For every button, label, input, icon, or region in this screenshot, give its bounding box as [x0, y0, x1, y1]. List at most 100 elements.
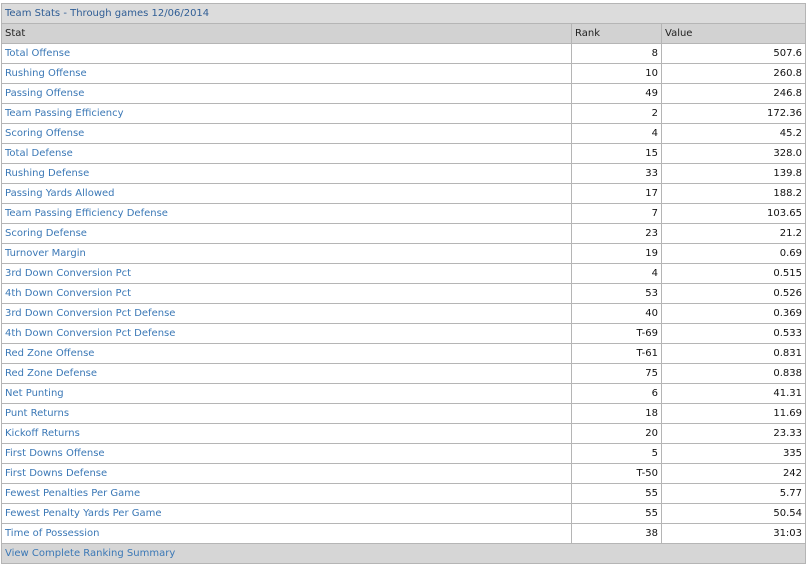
stat-cell: Passing Yards Allowed — [1, 183, 572, 204]
value-cell: 45.2 — [660, 123, 806, 144]
table-row: Scoring Offense 4 45.2 — [1, 123, 806, 144]
rank-cell: 17 — [571, 183, 662, 204]
stat-link[interactable]: First Downs Offense — [5, 448, 105, 459]
stat-cell: Total Defense — [1, 143, 572, 164]
table-row: Total Defense 15 328.0 — [1, 143, 806, 164]
stat-cell: Punt Returns — [1, 403, 572, 424]
stat-link[interactable]: Passing Offense — [5, 88, 84, 99]
table-row: Red Zone Defense 75 0.838 — [1, 363, 806, 384]
stat-cell: Turnover Margin — [1, 243, 572, 264]
rank-cell: 33 — [571, 163, 662, 184]
table-row: 3rd Down Conversion Pct Defense 40 0.369 — [1, 303, 806, 324]
stat-link[interactable]: Fewest Penalty Yards Per Game — [5, 508, 162, 519]
value-cell: 31:03 — [660, 523, 806, 544]
value-cell: 246.8 — [660, 83, 806, 104]
stat-link[interactable]: Time of Possession — [5, 528, 100, 539]
stat-cell: Time of Possession — [1, 523, 572, 544]
rank-cell: 20 — [571, 423, 662, 444]
value-cell: 50.54 — [660, 503, 806, 524]
rank-cell: 55 — [571, 503, 662, 524]
stat-cell: First Downs Defense — [1, 463, 572, 484]
stat-link[interactable]: Punt Returns — [5, 408, 69, 419]
value-cell: 103.65 — [660, 203, 806, 224]
value-cell: 335 — [660, 443, 806, 464]
rank-cell: 75 — [571, 363, 662, 384]
stat-cell: 3rd Down Conversion Pct Defense — [1, 303, 572, 324]
table-row: Time of Possession 38 31:03 — [1, 523, 806, 544]
table-row: Fewest Penalty Yards Per Game 55 50.54 — [1, 503, 806, 524]
rank-cell: 2 — [571, 103, 662, 124]
rank-cell: 5 — [571, 443, 662, 464]
value-cell: 139.8 — [660, 163, 806, 184]
table-row: Turnover Margin 19 0.69 — [1, 243, 806, 264]
team-stats-table: Team Stats - Through games 12/06/2014 St… — [0, 3, 806, 564]
table-row: Rushing Offense 10 260.8 — [1, 63, 806, 84]
table-row: Passing Offense 49 246.8 — [1, 83, 806, 104]
value-cell: 507.6 — [660, 43, 806, 64]
team-stats-panel: Team Stats - Through games 12/06/2014 St… — [0, 3, 806, 564]
stat-link[interactable]: Turnover Margin — [5, 248, 86, 259]
rank-cell: 15 — [571, 143, 662, 164]
view-complete-ranking-link[interactable]: View Complete Ranking Summary — [5, 548, 175, 559]
stat-link[interactable]: Team Passing Efficiency — [5, 108, 124, 119]
stat-link[interactable]: 4th Down Conversion Pct Defense — [5, 328, 175, 339]
stat-link[interactable]: Rushing Defense — [5, 168, 89, 179]
rank-column-header: Rank — [571, 23, 662, 44]
stat-link[interactable]: Passing Yards Allowed — [5, 188, 115, 199]
stat-link[interactable]: Rushing Offense — [5, 68, 87, 79]
table-row: 4th Down Conversion Pct Defense T-69 0.533 — [1, 323, 806, 344]
stat-cell: Kickoff Returns — [1, 423, 572, 444]
stat-cell: First Downs Offense — [1, 443, 572, 464]
table-row: Net Punting 6 41.31 — [1, 383, 806, 404]
stat-link[interactable]: Team Passing Efficiency Defense — [5, 208, 168, 219]
table-row: Team Passing Efficiency 2 172.36 — [1, 103, 806, 124]
stat-link[interactable]: Total Defense — [5, 148, 73, 159]
stat-link[interactable]: First Downs Defense — [5, 468, 107, 479]
table-title-row: Team Stats - Through games 12/06/2014 — [0, 3, 806, 24]
stat-cell: Red Zone Defense — [1, 363, 572, 384]
stat-link[interactable]: Scoring Offense — [5, 128, 84, 139]
value-cell: 0.831 — [660, 343, 806, 364]
stat-link[interactable]: Scoring Defense — [5, 228, 87, 239]
rank-cell: 10 — [571, 63, 662, 84]
stat-link[interactable]: Red Zone Offense — [5, 348, 94, 359]
rank-cell: T-61 — [571, 343, 662, 364]
header-row: Stat Rank Value — [1, 23, 806, 44]
table-row: Fewest Penalties Per Game 55 5.77 — [1, 483, 806, 504]
rank-cell: 8 — [571, 43, 662, 64]
value-column-header: Value — [660, 23, 806, 44]
value-cell: 11.69 — [660, 403, 806, 424]
stat-cell: Scoring Defense — [1, 223, 572, 244]
rank-cell: 7 — [571, 203, 662, 224]
rank-cell: 38 — [571, 523, 662, 544]
footer-row: View Complete Ranking Summary — [0, 543, 806, 564]
stat-link[interactable]: Total Offense — [5, 48, 70, 59]
rank-cell: T-69 — [571, 323, 662, 344]
stat-link[interactable]: 3rd Down Conversion Pct Defense — [5, 308, 175, 319]
table-title: Team Stats - Through games 12/06/2014 — [0, 3, 806, 24]
stat-link[interactable]: Net Punting — [5, 388, 64, 399]
value-cell: 260.8 — [660, 63, 806, 84]
table-row: Punt Returns 18 11.69 — [1, 403, 806, 424]
value-cell: 172.36 — [660, 103, 806, 124]
value-cell: 0.369 — [660, 303, 806, 324]
stat-link[interactable]: Fewest Penalties Per Game — [5, 488, 140, 499]
table-row: First Downs Defense T-50 242 — [1, 463, 806, 484]
table-row: 3rd Down Conversion Pct 4 0.515 — [1, 263, 806, 284]
value-cell: 0.69 — [660, 243, 806, 264]
stat-link[interactable]: 3rd Down Conversion Pct — [5, 268, 131, 279]
rank-cell: 6 — [571, 383, 662, 404]
rank-cell: 55 — [571, 483, 662, 504]
value-cell: 242 — [660, 463, 806, 484]
stat-cell: Scoring Offense — [1, 123, 572, 144]
stat-link[interactable]: Red Zone Defense — [5, 368, 97, 379]
value-cell: 328.0 — [660, 143, 806, 164]
stat-link[interactable]: 4th Down Conversion Pct — [5, 288, 131, 299]
rank-cell: 4 — [571, 263, 662, 284]
rank-cell: 53 — [571, 283, 662, 304]
table-row: Passing Yards Allowed 17 188.2 — [1, 183, 806, 204]
table-row: Rushing Defense 33 139.8 — [1, 163, 806, 184]
value-cell: 0.838 — [660, 363, 806, 384]
stat-cell: 4th Down Conversion Pct — [1, 283, 572, 304]
stat-link[interactable]: Kickoff Returns — [5, 428, 80, 439]
